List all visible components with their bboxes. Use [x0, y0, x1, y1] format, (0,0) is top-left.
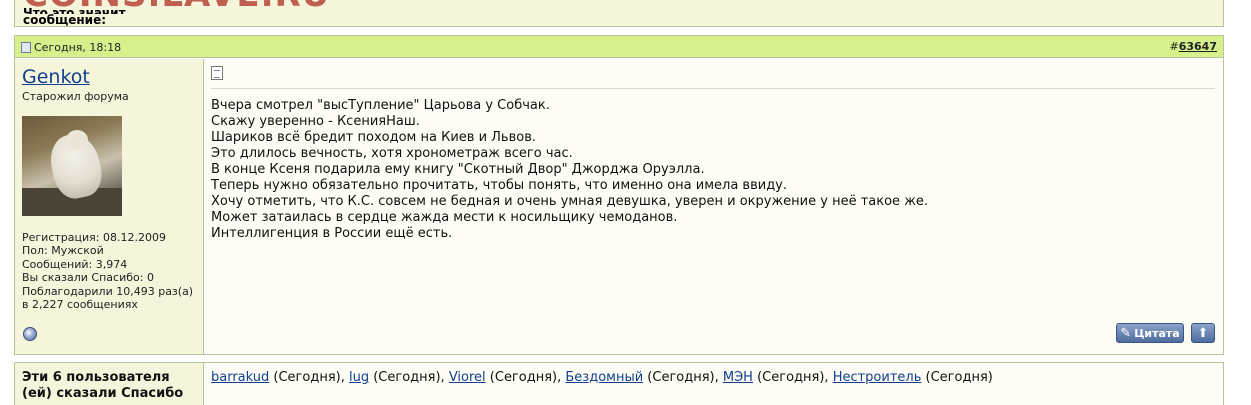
thanks-user-link[interactable]: Viorel — [449, 370, 486, 385]
thanks-user-when: (Сегодня), — [643, 370, 723, 385]
thanks-block: Эти 6 пользователя (ей) сказали Спасибо … — [14, 362, 1224, 405]
post-header: Сегодня, 18:18 #63647 — [15, 36, 1223, 58]
message-divider — [211, 88, 1215, 89]
thanks-title-panel: Эти 6 пользователя (ей) сказали Спасибо — [15, 363, 204, 405]
thanks-user-list: barrakud (Сегодня), lug (Сегодня), Viore… — [211, 370, 993, 385]
user-title: Старожил форума — [22, 90, 129, 103]
avatar — [22, 116, 122, 216]
user-registration: Регистрация: 08.12.2009 — [22, 231, 166, 244]
message-line: Это длилось вечность, хотя хронометраж в… — [211, 146, 573, 161]
user-said-thanks: Вы сказали Спасибо: 0 — [22, 271, 154, 285]
previous-post-label-line2: сообщение: — [23, 13, 107, 27]
thanks-user-link[interactable]: МЭН — [723, 370, 753, 385]
post-number-link[interactable]: 63647 — [1179, 40, 1217, 53]
thanks-title-line2: (ей) сказали Спасибо — [22, 386, 184, 401]
previous-post-block: Что это значит сообщение: COINS.LAVE.RU — [14, 0, 1224, 27]
thanks-user-when: (Сегодня), — [369, 370, 449, 385]
message-line: Может затаилась в сердце жажда мести к н… — [211, 210, 678, 225]
quote-button[interactable]: ✎ Цитата — [1116, 323, 1184, 343]
user-messages: Сообщений: 3,974 — [22, 257, 128, 271]
message-line: В конце Ксеня подарила ему книгу "Скотны… — [211, 162, 705, 177]
user-thanked-in: в 2,227 сообщениях — [22, 298, 138, 312]
username-link[interactable]: Genkot — [22, 66, 90, 88]
quote-button-label: Цитата — [1134, 326, 1180, 340]
forum-post: Сегодня, 18:18 #63647 Genkot Старожил фо… — [14, 35, 1224, 355]
message-line: Вчера смотрел "высТупление" Царьова у Со… — [211, 98, 550, 113]
arrow-up-icon: ⬆ — [1197, 325, 1209, 341]
site-watermark: COINS.LAVE.RU — [23, 0, 330, 15]
scroll-top-button[interactable]: ⬆ — [1191, 323, 1215, 343]
thanks-user-link[interactable]: Бездомный — [565, 370, 643, 385]
thanks-user-when: (Сегодня) — [921, 370, 993, 385]
forum-page: Что это значит сообщение: COINS.LAVE.RU … — [0, 0, 1251, 405]
post-number-prefix: # — [1169, 40, 1179, 53]
message-line: Скажу уверенно - КсенияНаш. — [211, 114, 420, 129]
thanks-title: Эти 6 пользователя (ей) сказали Спасибо — [22, 370, 183, 402]
user-gender: Пол: Мужской — [22, 244, 104, 258]
thanks-user-when: (Сегодня), — [752, 370, 833, 385]
thanks-user-link[interactable]: lug — [349, 370, 369, 385]
online-status-icon[interactable] — [23, 327, 37, 341]
message-line: Интеллигенция в России ещё есть. — [211, 226, 453, 241]
message-line: Шариков всё бредит походом на Киев и Льв… — [211, 130, 536, 145]
user-stats: Регистрация: 08.12.2009 Пол: Мужской Соо… — [22, 231, 193, 311]
thanks-user-when: (Сегодня), — [269, 370, 349, 385]
thanks-user-when: (Сегодня), — [485, 370, 566, 385]
thanks-user-link[interactable]: Нестроитель — [833, 370, 922, 385]
post-date: Сегодня, 18:18 — [34, 41, 122, 54]
thanks-title-line1: Эти 6 пользователя — [22, 370, 170, 385]
message-doc-icon — [211, 66, 223, 80]
message-body: Вчера смотрел "высТупление" Царьова у Со… — [211, 98, 928, 242]
message-line: Теперь нужно обязательно прочитать, чтоб… — [211, 178, 788, 193]
message-line: Хочу отметить, что К.С. совсем не бедная… — [211, 194, 929, 209]
post-number: #63647 — [1170, 40, 1218, 53]
message-panel: Вчера смотрел "высТупление" Царьова у Со… — [205, 59, 1223, 354]
quote-icon: ✎ — [1120, 325, 1132, 341]
post-status-icon — [21, 42, 31, 53]
avatar-cat-head — [66, 130, 88, 150]
user-thanked: Поблагодарили 10,493 раз(а) — [22, 284, 194, 298]
thanks-user-link[interactable]: barrakud — [211, 370, 269, 385]
thanks-users-panel: barrakud (Сегодня), lug (Сегодня), Viore… — [205, 363, 1223, 405]
user-info-panel: Genkot Старожил форума Регистрация: 08.1… — [15, 59, 204, 354]
